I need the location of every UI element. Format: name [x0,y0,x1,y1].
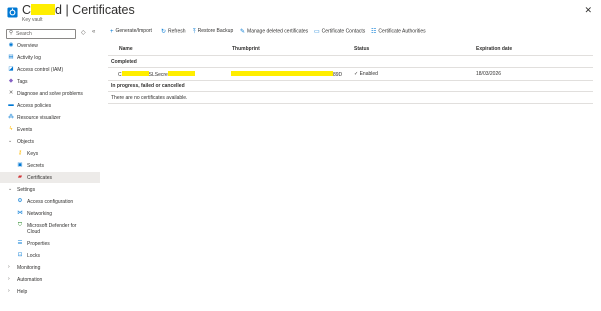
sidebar-item-locks[interactable]: ⊡ Locks [0,250,100,261]
iam-icon: ◪ [8,66,14,72]
sidebar-group-monitoring[interactable]: › Monitoring [0,262,100,273]
certificate-status: ✓ Enabled [354,71,378,77]
sidebar-group-settings[interactable]: ⌄ Settings [0,184,100,195]
table-row[interactable]: C SLSecre 89D ✓ Enabled 18/03/2026 [108,68,593,79]
sidebar-item-access-configuration[interactable]: ⚙ Access configuration [0,196,100,207]
sidebar-item-keys[interactable]: ⚷ Keys [0,148,100,159]
refresh-icon: ↻ [161,29,167,35]
group-header-in-progress: In progress, failed or cancelled [111,83,185,89]
sidebar-item-resource-visualizer[interactable]: ⁂ Resource visualizer [0,112,100,123]
group-header-completed: Completed [111,59,137,65]
column-header-expiration[interactable]: Expiration date [476,46,512,52]
refresh-button[interactable]: ↻ Refresh [161,28,186,36]
activity-log-icon: ▤ [8,54,14,60]
sidebar-group-objects[interactable]: ⌄ Objects [0,136,100,147]
certificate-authorities-button[interactable]: ☷ Certificate Authorities [371,28,426,36]
generate-import-button[interactable]: + Generate/Import [110,28,152,35]
sidebar-item-defender[interactable]: ⛉ Microsoft Defender for Cloud [0,220,100,236]
network-icon: ⋈ [17,210,23,216]
divider [108,55,593,56]
overview-icon: ◉ [8,42,14,48]
certificate-contacts-button[interactable]: ▭ Certificate Contacts [314,28,365,36]
column-header-thumbprint[interactable]: Thumbprint [232,46,260,52]
divider [108,80,593,81]
authorities-icon: ☷ [371,29,377,35]
key-icon: ⚷ [17,150,23,156]
column-header-status[interactable]: Status [354,46,369,52]
expand-collapse-icon[interactable]: ◇ [81,29,86,36]
upload-icon: ⤒ [193,28,196,35]
sidebar-group-automation[interactable]: › Automation [0,274,100,285]
close-icon[interactable]: ✕ [584,5,592,16]
certificate-expiration: 18/03/2026 [476,71,502,77]
chevron-down-icon: ⌄ [8,138,13,144]
access-policies-icon: ▬ [8,102,14,108]
manage-deleted-button[interactable]: ✎ Manage deleted certificates [240,28,308,36]
check-icon: ✓ [354,71,359,77]
visualizer-icon: ⁂ [8,114,14,120]
secret-icon: ▣ [17,162,23,168]
config-icon: ⚙ [17,198,23,204]
sidebar-item-properties[interactable]: ☰ Properties [0,238,100,249]
properties-icon: ☰ [17,240,23,246]
sidebar-item-access-policies[interactable]: ▬ Access policies [0,100,100,111]
page-subtitle: Key vault [22,17,43,23]
sidebar-item-activity-log[interactable]: ▤ Activity log [0,52,100,63]
certificate-name[interactable]: C SLSecre [118,71,195,78]
more-icon[interactable]: ··· [126,7,133,14]
sidebar-item-diagnose[interactable]: ✕ Diagnose and solve problems [0,88,100,99]
lightning-icon: ϟ [9,126,13,132]
chevron-right-icon: › [8,264,10,270]
sidebar-item-tags[interactable]: ◆ Tags [0,76,100,87]
collapse-sidebar-icon[interactable]: « [92,29,95,35]
lock-icon: ⊡ [17,252,23,258]
column-header-name[interactable]: Name [119,46,133,52]
sidebar-item-events[interactable]: ϟ Events [0,124,100,135]
sidebar-item-overview[interactable]: ◉ Overview [0,40,100,51]
sidebar-item-secrets[interactable]: ▣ Secrets [0,160,100,171]
tag-icon: ◆ [8,78,14,84]
sidebar-item-certificates[interactable]: ▰ Certificates [0,172,100,183]
search-icon: ⚲ [9,30,14,36]
divider [108,103,593,104]
restore-backup-button[interactable]: ⤒ Restore Backup [193,28,233,36]
sidebar-search-input[interactable]: ⚲ Search [6,29,76,39]
manage-deleted-icon: ✎ [240,29,246,35]
wrench-icon: ✕ [8,90,14,96]
defender-icon: ⛉ [17,222,23,228]
redacted-vault-name [31,4,56,15]
star-icon[interactable]: ☆ [116,7,122,15]
empty-state-message: There are no certificates available. [111,95,188,101]
sidebar-group-help[interactable]: › Help [0,286,100,297]
certificate-icon: ▰ [17,174,23,180]
certificate-thumbprint: 89D [231,71,342,78]
sidebar-item-networking[interactable]: ⋈ Networking [0,208,100,219]
contacts-icon: ▭ [314,29,320,35]
divider [108,91,593,92]
key-vault-icon [7,7,18,18]
chevron-right-icon: › [8,276,10,282]
plus-icon: + [110,28,114,35]
chevron-down-icon: ⌄ [8,186,13,192]
chevron-right-icon: › [8,288,10,294]
sidebar-item-iam[interactable]: ◪ Access control (IAM) [0,64,100,75]
